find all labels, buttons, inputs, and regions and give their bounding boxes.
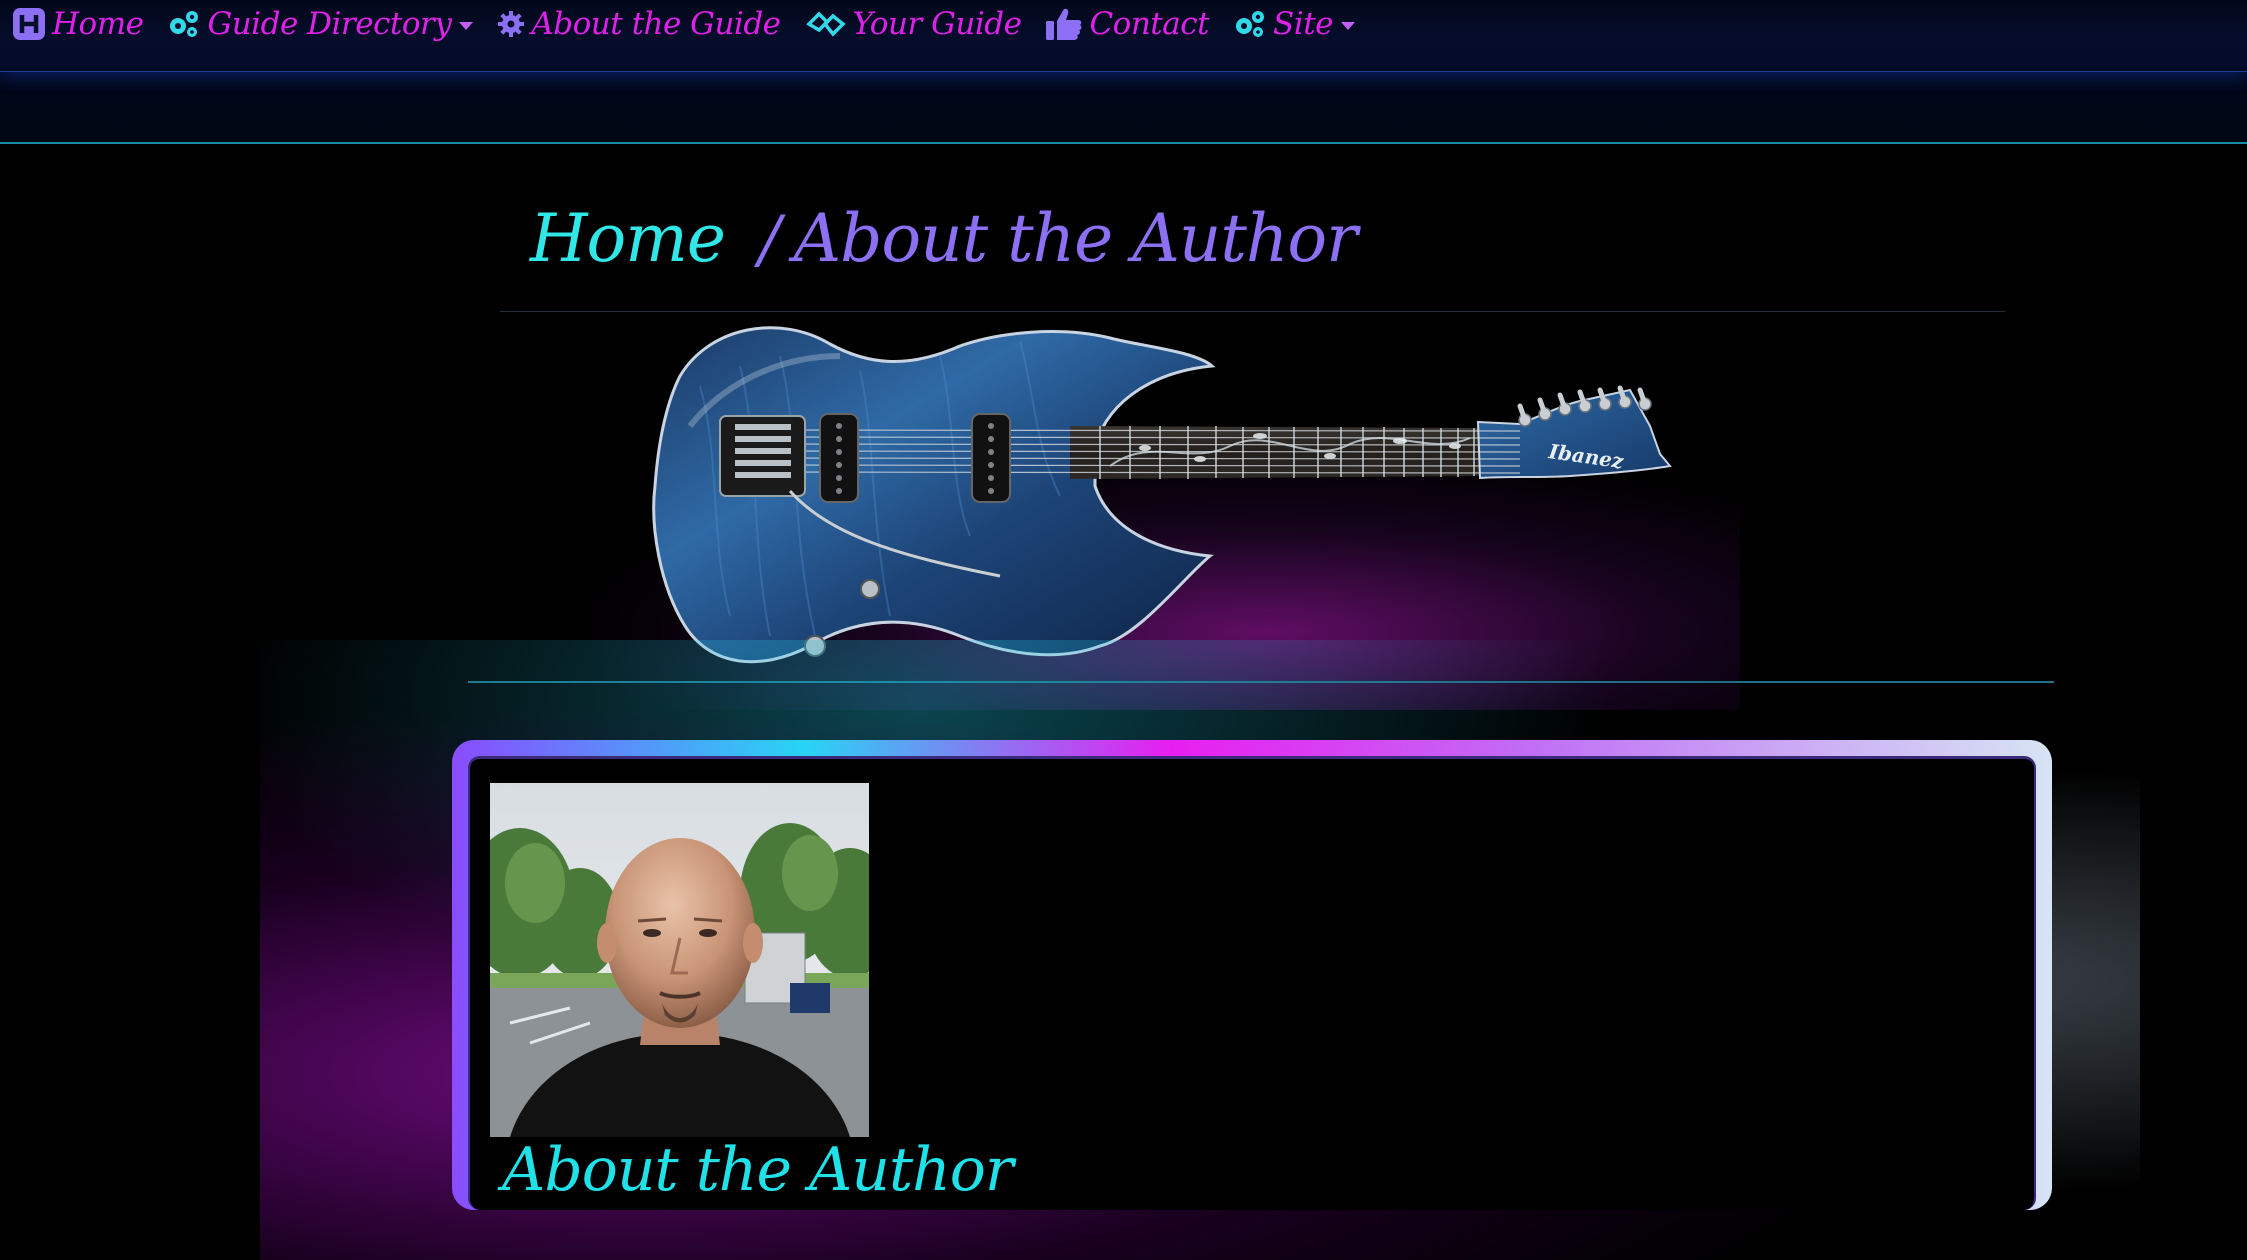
- nav-item-guide-directory[interactable]: Guide Directory: [167, 6, 474, 42]
- nav-item-site[interactable]: Site: [1233, 6, 1356, 42]
- nav-label-guide-directory: Guide Directory: [207, 6, 452, 42]
- nav-item-home[interactable]: Home: [12, 6, 144, 42]
- chevron-down-icon: [1341, 22, 1356, 30]
- nav-menu: Home Guide Directory About the Guide You…: [12, 2, 1379, 46]
- h-square-icon: [12, 7, 46, 41]
- gear-icon: [497, 10, 525, 38]
- nav-item-your-guide[interactable]: Your Guide: [805, 6, 1022, 42]
- nav-label-your-guide: Your Guide: [852, 6, 1022, 42]
- nav-label-about-guide: About the Guide: [531, 6, 781, 42]
- breadcrumb-divider: [500, 311, 2005, 312]
- hero-divider: [468, 681, 2054, 683]
- thumbs-up-icon: [1045, 7, 1083, 41]
- nav-label-site: Site: [1273, 6, 1334, 42]
- nav-label-contact: Contact: [1089, 6, 1210, 42]
- author-photo: [490, 783, 869, 1137]
- nav-item-contact[interactable]: Contact: [1045, 6, 1210, 42]
- sub-header-bar: [0, 72, 2247, 144]
- gears-icon: [167, 9, 201, 39]
- nav-label-home: Home: [52, 6, 144, 42]
- gears-icon: [1233, 9, 1267, 39]
- breadcrumb-home-link[interactable]: Home: [530, 200, 726, 277]
- breadcrumb: Home / About the Author: [530, 200, 1358, 277]
- breadcrumb-separator: /: [758, 203, 781, 277]
- chevron-down-icon: [459, 22, 474, 30]
- top-navbar: Home Guide Directory About the Guide You…: [0, 0, 2247, 72]
- hero-guitar-image: Ibanez: [640, 316, 1880, 686]
- author-heading: About the Author: [502, 1135, 1014, 1205]
- diamond-link-icon: [805, 8, 847, 40]
- breadcrumb-current: About the Author: [793, 200, 1358, 277]
- nav-item-about-guide[interactable]: About the Guide: [497, 6, 781, 42]
